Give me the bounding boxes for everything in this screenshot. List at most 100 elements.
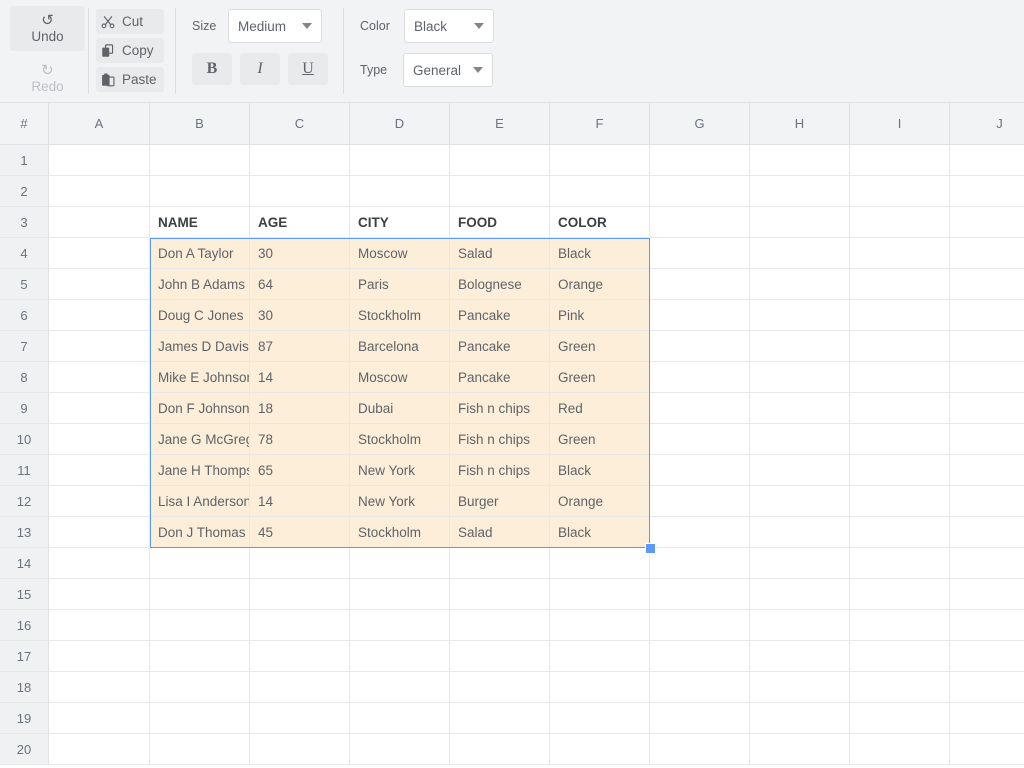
cell-I8[interactable] <box>850 362 950 393</box>
cell-H12[interactable] <box>750 486 850 517</box>
cell-G17[interactable] <box>650 641 750 672</box>
row-header-4[interactable]: 4 <box>0 238 49 269</box>
cell-B19[interactable] <box>150 703 250 734</box>
cell-I4[interactable] <box>850 238 950 269</box>
cell-C11[interactable]: 65 <box>250 455 350 486</box>
cell-I12[interactable] <box>850 486 950 517</box>
cell-J18[interactable] <box>950 672 1024 703</box>
cell-A18[interactable] <box>49 672 150 703</box>
cell-F15[interactable] <box>550 579 650 610</box>
cell-G10[interactable] <box>650 424 750 455</box>
column-header-e[interactable]: E <box>450 103 550 145</box>
cell-E10[interactable]: Fish n chips <box>450 424 550 455</box>
cell-E2[interactable] <box>450 176 550 207</box>
cell-A17[interactable] <box>49 641 150 672</box>
cell-J5[interactable] <box>950 269 1024 300</box>
cell-B13[interactable]: Don J Thomas <box>150 517 250 548</box>
cell-A13[interactable] <box>49 517 150 548</box>
cell-F20[interactable] <box>550 734 650 765</box>
cell-E8[interactable]: Pancake <box>450 362 550 393</box>
cell-G15[interactable] <box>650 579 750 610</box>
row-header-9[interactable]: 9 <box>0 393 49 424</box>
fill-handle[interactable] <box>645 543 656 554</box>
cell-E15[interactable] <box>450 579 550 610</box>
cell-B10[interactable]: Jane G McGregor <box>150 424 250 455</box>
cell-C9[interactable]: 18 <box>250 393 350 424</box>
cell-H9[interactable] <box>750 393 850 424</box>
cell-G2[interactable] <box>650 176 750 207</box>
cell-A6[interactable] <box>49 300 150 331</box>
cell-H16[interactable] <box>750 610 850 641</box>
cell-G5[interactable] <box>650 269 750 300</box>
cell-I17[interactable] <box>850 641 950 672</box>
cell-G1[interactable] <box>650 145 750 176</box>
cell-G8[interactable] <box>650 362 750 393</box>
cell-A16[interactable] <box>49 610 150 641</box>
cell-C5[interactable]: 64 <box>250 269 350 300</box>
cell-E13[interactable]: Salad <box>450 517 550 548</box>
cell-D19[interactable] <box>350 703 450 734</box>
cell-G4[interactable] <box>650 238 750 269</box>
cell-C19[interactable] <box>250 703 350 734</box>
cell-F5[interactable]: Orange <box>550 269 650 300</box>
cell-A5[interactable] <box>49 269 150 300</box>
row-header-1[interactable]: 1 <box>0 145 49 176</box>
cell-C20[interactable] <box>250 734 350 765</box>
copy-button[interactable]: Copy <box>96 38 164 63</box>
cell-D13[interactable]: Stockholm <box>350 517 450 548</box>
cell-J11[interactable] <box>950 455 1024 486</box>
cell-I20[interactable] <box>850 734 950 765</box>
cell-F2[interactable] <box>550 176 650 207</box>
cell-H14[interactable] <box>750 548 850 579</box>
cell-E6[interactable]: Pancake <box>450 300 550 331</box>
cell-C14[interactable] <box>250 548 350 579</box>
cell-D9[interactable]: Dubai <box>350 393 450 424</box>
cell-E9[interactable]: Fish n chips <box>450 393 550 424</box>
cell-G14[interactable] <box>650 548 750 579</box>
row-header-14[interactable]: 14 <box>0 548 49 579</box>
cell-A10[interactable] <box>49 424 150 455</box>
cell-F8[interactable]: Green <box>550 362 650 393</box>
cell-E12[interactable]: Burger <box>450 486 550 517</box>
cell-J19[interactable] <box>950 703 1024 734</box>
cut-button[interactable]: Cut <box>96 9 164 34</box>
cell-D7[interactable]: Barcelona <box>350 331 450 362</box>
cell-I6[interactable] <box>850 300 950 331</box>
cell-F9[interactable]: Red <box>550 393 650 424</box>
cell-H18[interactable] <box>750 672 850 703</box>
cell-D12[interactable]: New York <box>350 486 450 517</box>
cell-D16[interactable] <box>350 610 450 641</box>
undo-button[interactable]: ↺ Undo <box>10 6 85 51</box>
cell-J16[interactable] <box>950 610 1024 641</box>
cell-H13[interactable] <box>750 517 850 548</box>
cell-B3[interactable]: NAME <box>150 207 250 238</box>
cell-D5[interactable]: Paris <box>350 269 450 300</box>
cell-D17[interactable] <box>350 641 450 672</box>
cell-G20[interactable] <box>650 734 750 765</box>
cell-I11[interactable] <box>850 455 950 486</box>
row-header-6[interactable]: 6 <box>0 300 49 331</box>
cell-H3[interactable] <box>750 207 850 238</box>
row-header-19[interactable]: 19 <box>0 703 49 734</box>
cell-A11[interactable] <box>49 455 150 486</box>
row-header-2[interactable]: 2 <box>0 176 49 207</box>
cell-H5[interactable] <box>750 269 850 300</box>
cell-H6[interactable] <box>750 300 850 331</box>
cell-B8[interactable]: Mike E Johnson <box>150 362 250 393</box>
cell-C8[interactable]: 14 <box>250 362 350 393</box>
cell-C12[interactable]: 14 <box>250 486 350 517</box>
select-all-corner[interactable]: # <box>0 103 49 145</box>
underline-button[interactable]: U <box>288 53 328 85</box>
cell-B15[interactable] <box>150 579 250 610</box>
cell-F10[interactable]: Green <box>550 424 650 455</box>
cell-C1[interactable] <box>250 145 350 176</box>
cell-B16[interactable] <box>150 610 250 641</box>
cell-F3[interactable]: COLOR <box>550 207 650 238</box>
cell-F19[interactable] <box>550 703 650 734</box>
cell-A14[interactable] <box>49 548 150 579</box>
cell-J6[interactable] <box>950 300 1024 331</box>
cell-G11[interactable] <box>650 455 750 486</box>
color-select[interactable]: Black <box>404 9 494 43</box>
cell-I13[interactable] <box>850 517 950 548</box>
cell-C13[interactable]: 45 <box>250 517 350 548</box>
